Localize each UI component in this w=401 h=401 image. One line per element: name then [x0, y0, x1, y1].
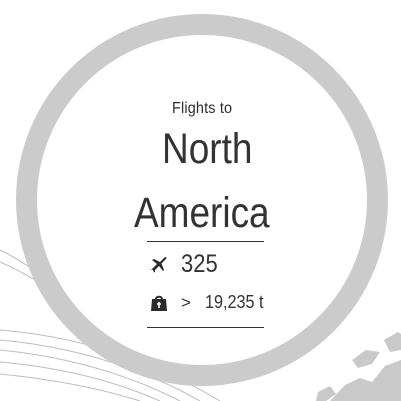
airplane-icon [149, 254, 169, 274]
flights-count-value: 325 [181, 250, 218, 278]
cargo-weight-value: 19,235 t [204, 292, 264, 312]
subtitle: Flights to [172, 100, 233, 117]
flight-info-widget: Flights to North America 325 > 19,235 t [0, 0, 401, 401]
divider-top [147, 241, 264, 242]
cargo-operator: > [181, 292, 191, 312]
card-content: Flights to North America 325 > 19,235 t [0, 0, 401, 401]
cargo-bag-icon [149, 293, 169, 313]
cargo-weight-row: > 19,235 t [149, 292, 270, 313]
destination-title-line2: America [134, 189, 270, 237]
destination-title-line1: North [162, 125, 253, 173]
flights-count-row: 325 [149, 250, 223, 278]
divider-bottom [147, 327, 264, 328]
